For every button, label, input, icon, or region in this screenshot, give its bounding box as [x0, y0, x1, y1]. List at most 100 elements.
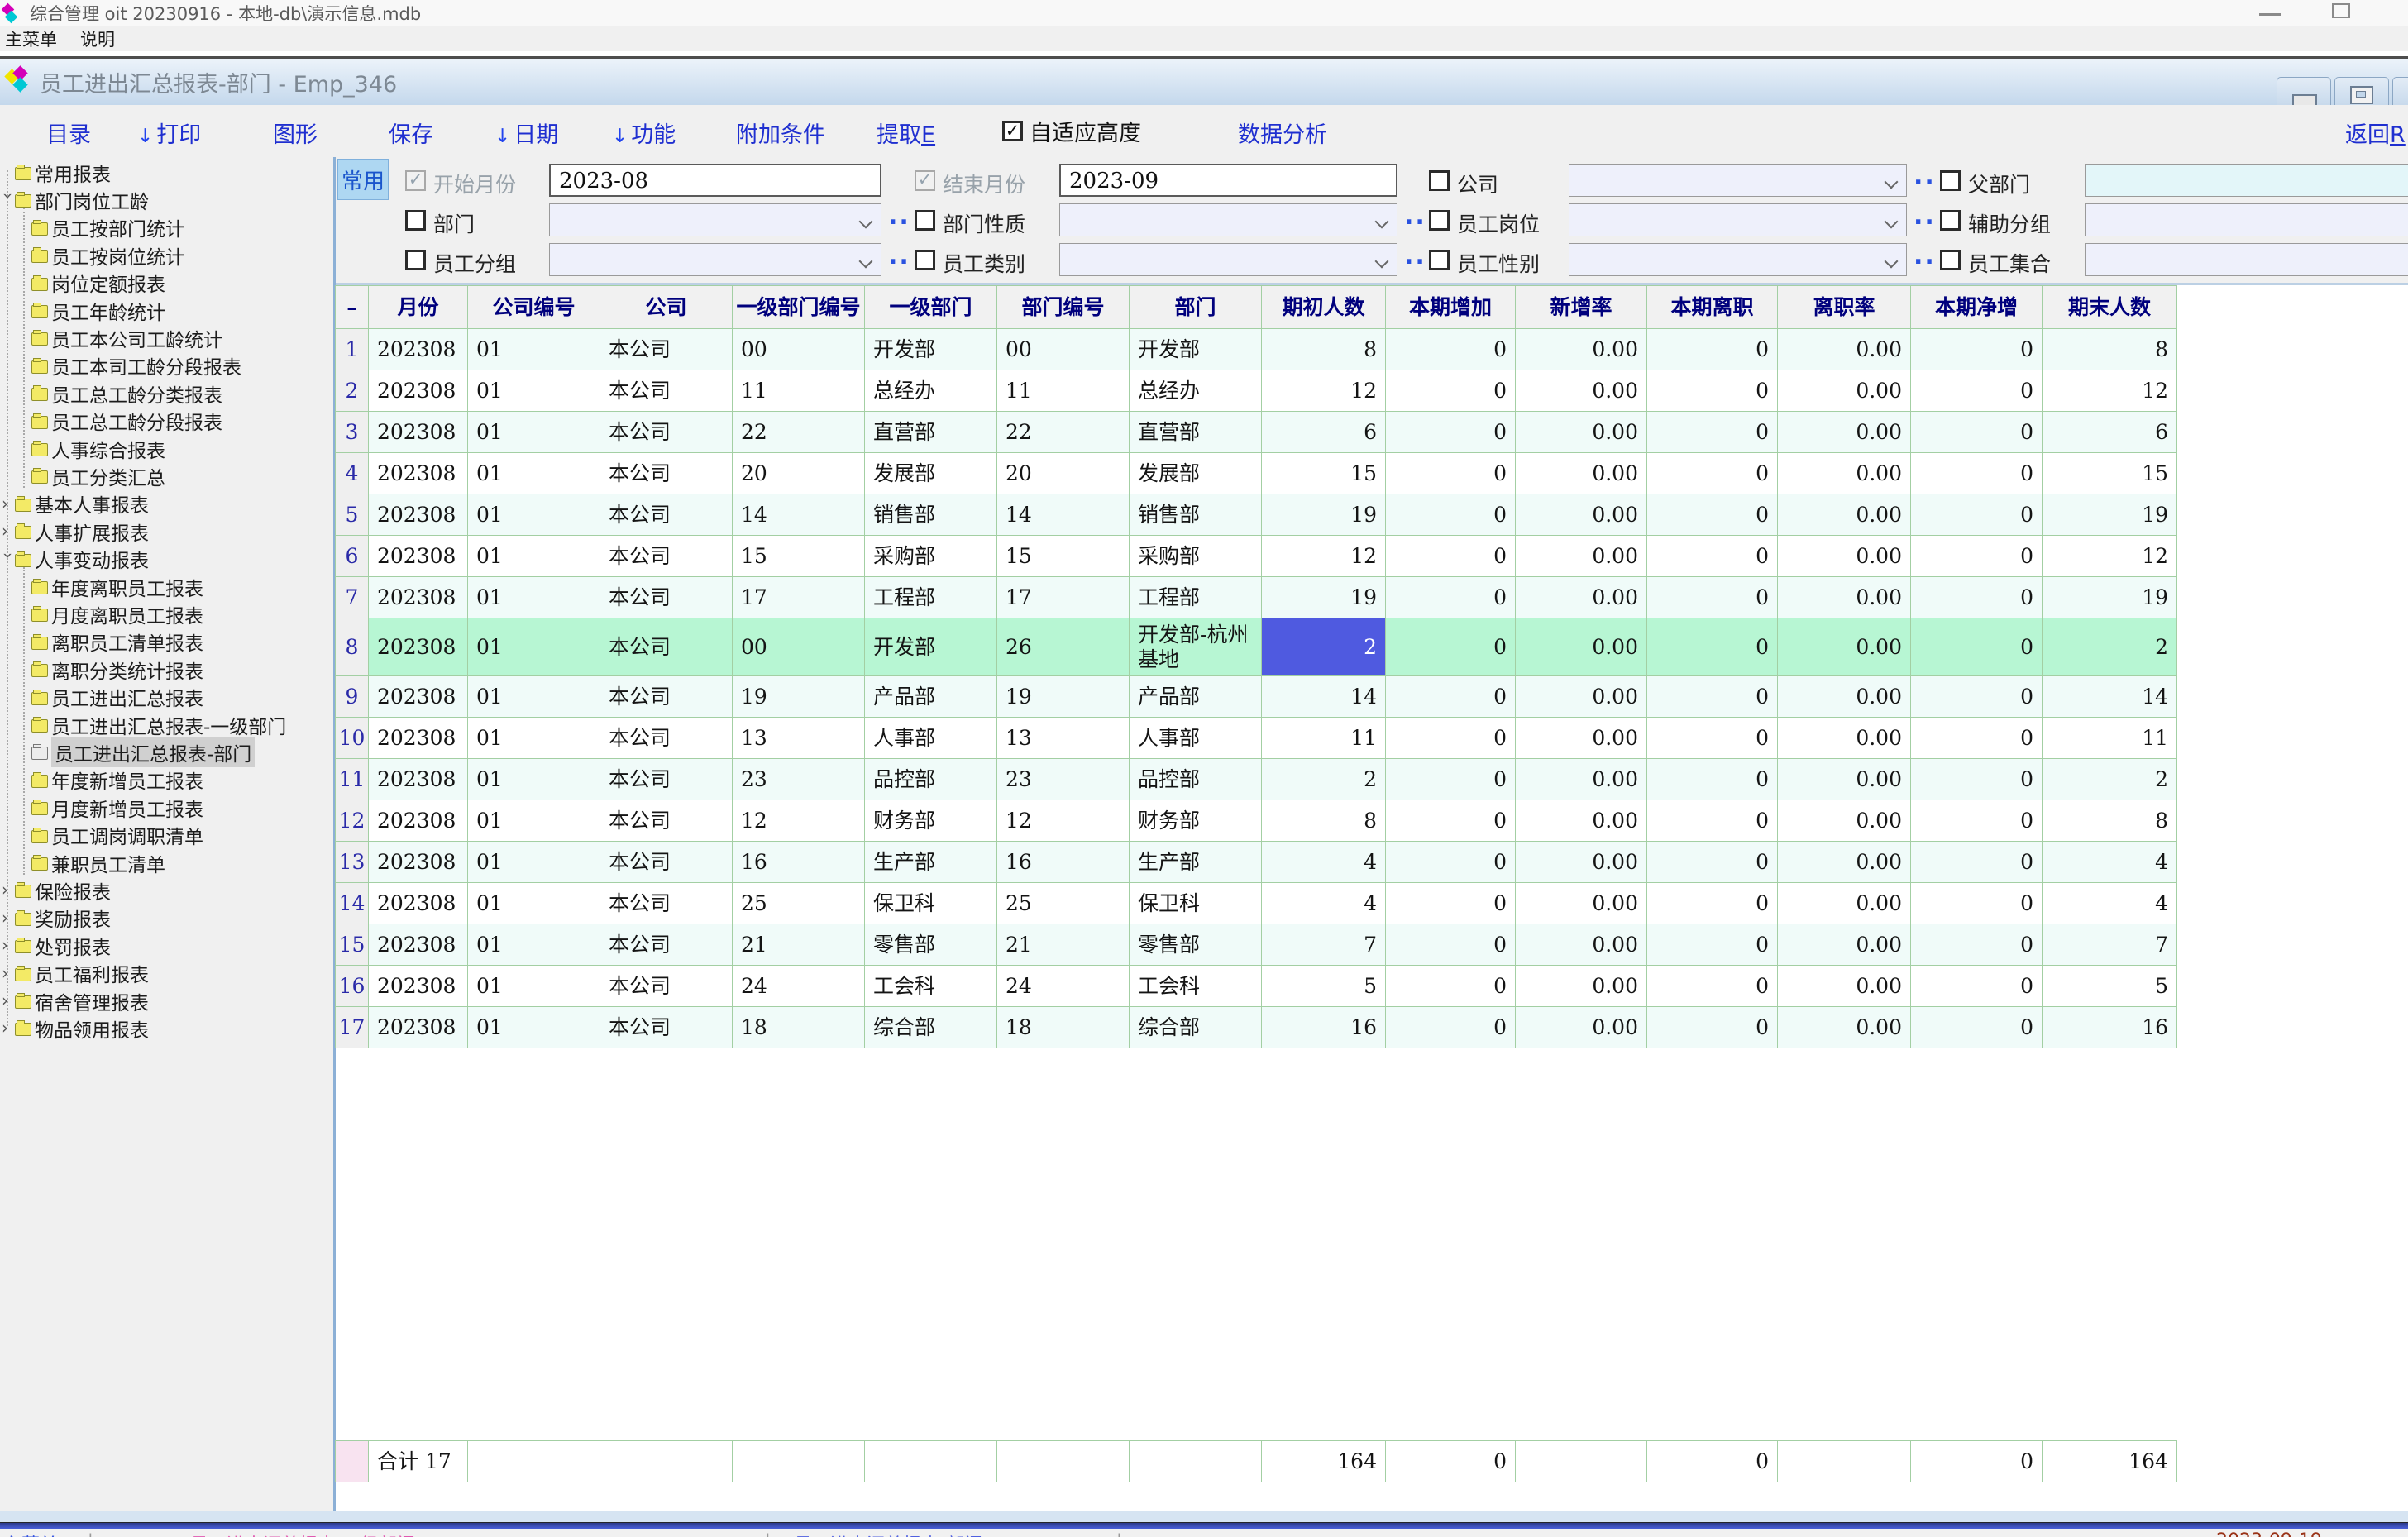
filter-checkbox-父部门[interactable] [1940, 170, 1961, 191]
row-number-3[interactable]: 3 [336, 412, 369, 453]
cell-r13-c2[interactable]: 01 [468, 842, 600, 883]
cell-r14-c5[interactable]: 保卫科 [865, 883, 997, 924]
cell-r16-c10[interactable]: 0.00 [1516, 966, 1647, 1007]
tree-item-22[interactable]: 员工进出汇总报表-部门 [0, 738, 333, 766]
cell-r12-c7[interactable]: 财务部 [1130, 800, 1262, 842]
browse-dots-button[interactable]: .. [888, 202, 910, 231]
cell-r2-c3[interactable]: 本公司 [600, 370, 733, 412]
column-header-1[interactable]: 月份 [369, 286, 468, 329]
toolbar-button-7[interactable]: 附加条件 [736, 117, 825, 149]
cell-r7-c13[interactable]: 0 [1911, 577, 2042, 618]
tree-item-16[interactable]: 年度离职员工报表 [0, 573, 333, 600]
tree-item-9[interactable]: 员工总工龄分类报表 [0, 379, 333, 407]
cell-r9-c6[interactable]: 19 [997, 676, 1130, 718]
cell-r7-c2[interactable]: 01 [468, 577, 600, 618]
cell-r12-c5[interactable]: 财务部 [865, 800, 997, 842]
cell-r4-c12[interactable]: 0.00 [1778, 453, 1911, 494]
cell-r4-c2[interactable]: 01 [468, 453, 600, 494]
cell-r16-c5[interactable]: 工会科 [865, 966, 997, 1007]
cell-r4-c1[interactable]: 202308 [369, 453, 468, 494]
status-fragment-3[interactable]: 员工进出汇总报表-部门 [794, 1530, 982, 1537]
tree-item-18[interactable]: 离职员工清单报表 [0, 628, 333, 656]
cell-r1-c12[interactable]: 0.00 [1778, 329, 1911, 370]
row-number-11[interactable]: 11 [336, 759, 369, 800]
row-number-12[interactable]: 12 [336, 800, 369, 842]
cell-r9-c11[interactable]: 0 [1647, 676, 1778, 718]
cell-r9-c3[interactable]: 本公司 [600, 676, 733, 718]
cell-r10-c9[interactable]: 0 [1386, 718, 1516, 759]
cell-r15-c1[interactable]: 202308 [369, 924, 468, 966]
cell-r14-c3[interactable]: 本公司 [600, 883, 733, 924]
column-header-3[interactable]: 公司 [600, 286, 733, 329]
cell-r16-c4[interactable]: 24 [733, 966, 865, 1007]
cell-r3-c12[interactable]: 0.00 [1778, 412, 1911, 453]
cell-r14-c11[interactable]: 0 [1647, 883, 1778, 924]
cell-r2-c4[interactable]: 11 [733, 370, 865, 412]
tree-item-5[interactable]: 岗位定额报表 [0, 270, 333, 297]
cell-r5-c6[interactable]: 14 [997, 494, 1130, 536]
browse-dots-button[interactable]: .. [1913, 202, 1936, 231]
cell-r5-c8[interactable]: 19 [1262, 494, 1386, 536]
chevron-right-icon[interactable]: › [2, 524, 15, 537]
cell-r5-c3[interactable]: 本公司 [600, 494, 733, 536]
column-header-5[interactable]: 一级部门 [865, 286, 997, 329]
cell-r9-c14[interactable]: 14 [2042, 676, 2177, 718]
tree-item-31[interactable]: ›宿舍管理报表 [0, 987, 333, 1014]
cell-r8-c1[interactable]: 202308 [369, 618, 468, 676]
cell-r6-c14[interactable]: 12 [2042, 536, 2177, 577]
cell-r8-c13[interactable]: 0 [1911, 618, 2042, 676]
row-number-8[interactable]: 8 [336, 618, 369, 676]
cell-r13-c3[interactable]: 本公司 [600, 842, 733, 883]
cell-r17-c14[interactable]: 16 [2042, 1007, 2177, 1048]
row-number-14[interactable]: 14 [336, 883, 369, 924]
cell-r12-c3[interactable]: 本公司 [600, 800, 733, 842]
cell-r16-c6[interactable]: 24 [997, 966, 1130, 1007]
cell-r10-c14[interactable]: 11 [2042, 718, 2177, 759]
cell-r16-c2[interactable]: 01 [468, 966, 600, 1007]
cell-r9-c2[interactable]: 01 [468, 676, 600, 718]
cell-r13-c13[interactable]: 0 [1911, 842, 2042, 883]
column-header-8[interactable]: 期初人数 [1262, 286, 1386, 329]
minimize-icon[interactable] [2259, 3, 2281, 16]
cell-r5-c7[interactable]: 销售部 [1130, 494, 1262, 536]
cell-r4-c3[interactable]: 本公司 [600, 453, 733, 494]
cell-r11-c8[interactable]: 2 [1262, 759, 1386, 800]
cell-r3-c6[interactable]: 22 [997, 412, 1130, 453]
cell-r14-c9[interactable]: 0 [1386, 883, 1516, 924]
chevron-right-icon[interactable]: › [2, 911, 15, 924]
cell-r12-c9[interactable]: 0 [1386, 800, 1516, 842]
cell-r16-c3[interactable]: 本公司 [600, 966, 733, 1007]
cell-r16-c12[interactable]: 0.00 [1778, 966, 1911, 1007]
filter-select-父部门[interactable] [2085, 164, 2408, 197]
cell-r1-c10[interactable]: 0.00 [1516, 329, 1647, 370]
tree-item-20[interactable]: 员工进出汇总报表 [0, 684, 333, 711]
cell-r8-c12[interactable]: 0.00 [1778, 618, 1911, 676]
browse-dots-button[interactable]: .. [1404, 202, 1426, 231]
cell-r2-c8[interactable]: 12 [1262, 370, 1386, 412]
cell-r9-c8[interactable]: 14 [1262, 676, 1386, 718]
cell-r6-c1[interactable]: 202308 [369, 536, 468, 577]
cell-r2-c6[interactable]: 11 [997, 370, 1130, 412]
cell-r11-c12[interactable]: 0.00 [1778, 759, 1911, 800]
cell-r7-c5[interactable]: 工程部 [865, 577, 997, 618]
cell-r10-c13[interactable]: 0 [1911, 718, 2042, 759]
cell-r9-c1[interactable]: 202308 [369, 676, 468, 718]
cell-r16-c9[interactable]: 0 [1386, 966, 1516, 1007]
cell-r17-c9[interactable]: 0 [1386, 1007, 1516, 1048]
cell-r12-c2[interactable]: 01 [468, 800, 600, 842]
back-button[interactable]: 返回R [2345, 117, 2406, 149]
filter-checkbox-员工类别[interactable] [915, 250, 935, 270]
cell-r16-c1[interactable]: 202308 [369, 966, 468, 1007]
cell-r9-c4[interactable]: 19 [733, 676, 865, 718]
tree-item-21[interactable]: 员工进出汇总报表-一级部门 [0, 711, 333, 738]
filter-select-部门[interactable] [549, 203, 882, 236]
cell-r3-c13[interactable]: 0 [1911, 412, 2042, 453]
cell-r4-c10[interactable]: 0.00 [1516, 453, 1647, 494]
cell-r2-c12[interactable]: 0.00 [1778, 370, 1911, 412]
cell-r1-c8[interactable]: 8 [1262, 329, 1386, 370]
cell-r2-c2[interactable]: 01 [468, 370, 600, 412]
cell-r8-c11[interactable]: 0 [1647, 618, 1778, 676]
toolbar-button-8[interactable]: 提取E [877, 117, 935, 149]
adaptive-height-checkbox[interactable] [1002, 121, 1023, 141]
restore-icon[interactable] [2332, 3, 2350, 18]
